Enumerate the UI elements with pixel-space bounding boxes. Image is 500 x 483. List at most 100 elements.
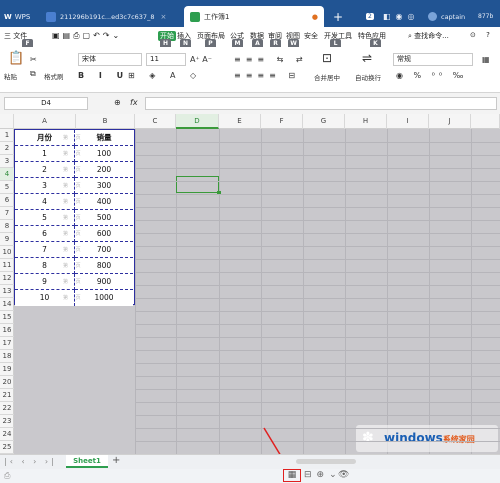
macro-icon[interactable]: ⎙ [4, 471, 10, 481]
font-name-select[interactable]: 宋体 [78, 53, 142, 66]
grid-line [135, 233, 500, 234]
add-sheet-button[interactable]: + [112, 455, 120, 466]
table-style-icon[interactable]: ▦ [482, 55, 490, 65]
row-header[interactable]: 18 [0, 350, 14, 363]
grid-line [135, 415, 500, 416]
paste-icon[interactable]: 📋 [8, 52, 24, 65]
row-header[interactable]: 16 [0, 324, 14, 337]
page-break-mark: 第 页 [63, 247, 84, 253]
row-header[interactable]: 9 [0, 233, 14, 246]
row-header[interactable]: 25 [0, 441, 14, 454]
format-painter-button[interactable]: 格式刷 [44, 71, 64, 81]
column-header[interactable]: F [261, 114, 303, 129]
user-avatar[interactable]: captain [428, 6, 465, 27]
grid-line [135, 181, 500, 182]
wps-home-tab[interactable]: W WPS [4, 6, 30, 27]
merge-icon[interactable]: ⊡ [322, 52, 332, 64]
avatar-icon [428, 12, 437, 21]
name-box[interactable]: D4 [4, 97, 88, 110]
fx-icon[interactable]: fx [130, 98, 138, 108]
row-header[interactable]: 19 [0, 363, 14, 376]
page-break-mark: 第 页 [63, 135, 84, 141]
page-break-mark: 第 页 [63, 295, 84, 301]
grid-line [219, 129, 220, 454]
column-header[interactable]: J [429, 114, 471, 129]
page-break-mark: 第 页 [63, 279, 84, 285]
eye-protection-icon[interactable]: 👁 [338, 470, 349, 480]
search-command[interactable]: ⌕ 查找命令... [408, 31, 449, 41]
formula-input[interactable] [145, 97, 497, 110]
wrap-text-button[interactable]: 自动换行 [355, 72, 381, 82]
view-mode-buttons[interactable]: ⊟⊕⌄ [304, 470, 342, 480]
new-tab-button[interactable]: + [333, 6, 343, 27]
sheet-nav-arrows[interactable]: |‹ ‹ › ›| [4, 457, 57, 466]
align-buttons[interactable]: ≡≡≡≡ ⊟ [234, 71, 300, 81]
column-header-active[interactable]: D [176, 114, 219, 129]
sheet-tab-active[interactable]: Sheet1 [66, 455, 108, 468]
grid-line [135, 350, 500, 351]
cut-icon[interactable]: ✂ [30, 55, 37, 65]
row-header[interactable]: 22 [0, 402, 14, 415]
doc-tab[interactable]: 211296b191c...ed3c7c637_8 × [46, 6, 180, 27]
copy-icon[interactable]: ⧉ [30, 69, 36, 79]
row-header[interactable]: 10 [0, 246, 14, 259]
number-buttons[interactable]: ◉ % ⁰⁰ ‰ [396, 71, 467, 81]
row-header[interactable]: 5 [0, 181, 14, 194]
page-break-mark: 第 页 [63, 215, 84, 221]
row-header[interactable]: 17 [0, 337, 14, 350]
wrap-icon[interactable]: ⇌ [362, 52, 372, 64]
row-header[interactable]: 4 [0, 168, 14, 181]
row-header[interactable]: 2 [0, 142, 14, 155]
row-header[interactable]: 21 [0, 389, 14, 402]
row-header[interactable]: 8 [0, 220, 14, 233]
sheet-grid[interactable]: 月份 销量第 页 1 100 第 页 2 200 第 页 3 300 第 页 4 400 第 页 5 500 第… [14, 129, 500, 455]
border-fill-buttons[interactable]: ⊞ ◈ A ◇ [128, 71, 202, 81]
column-header[interactable]: H [345, 114, 387, 129]
row-header[interactable]: 15 [0, 311, 14, 324]
grid-line [135, 259, 500, 260]
skin-icons[interactable]: ◧◉◎ [383, 6, 420, 27]
horizontal-scrollbar[interactable] [296, 459, 356, 464]
column-header[interactable] [471, 114, 500, 129]
align-top-buttons[interactable]: ≡≡≡ ⇆ ⇄ [234, 55, 308, 65]
page-break-mark: 第 页 [63, 231, 84, 237]
font-grow-icon[interactable]: A⁺ A⁻ [190, 55, 212, 65]
column-header[interactable]: C [135, 114, 176, 129]
row-header[interactable]: 20 [0, 376, 14, 389]
paste-button[interactable]: 粘贴 [4, 71, 17, 81]
paw-icon: ✽ [362, 430, 374, 446]
quick-access-toolbar[interactable]: ▣▤⎙▢↶↷⌄ [52, 31, 122, 41]
tab-close-icon[interactable]: ● [312, 13, 318, 21]
row-header[interactable]: 23 [0, 415, 14, 428]
row-header[interactable]: 3 [0, 155, 14, 168]
column-header[interactable]: B [76, 114, 135, 129]
row-header[interactable]: 24 [0, 428, 14, 441]
window-controls[interactable]: ⊙ ? ∧ [470, 31, 500, 39]
font-style-buttons[interactable]: B I U [78, 71, 129, 81]
zoom-icon[interactable]: ⊕ [114, 98, 121, 108]
merge-center-button[interactable]: 合并居中 [314, 72, 340, 82]
select-all-corner[interactable] [0, 114, 14, 129]
tab-close-icon[interactable]: × [160, 13, 166, 21]
row-header[interactable]: 14 [0, 298, 14, 311]
column-header[interactable]: E [219, 114, 261, 129]
doc-icon [46, 11, 56, 22]
window-info: 877b [478, 13, 494, 20]
window-badge[interactable]: 2 [366, 6, 374, 27]
row-header[interactable]: 1 [0, 129, 14, 142]
row-header[interactable]: 7 [0, 207, 14, 220]
font-size-select[interactable]: 11 [146, 53, 186, 66]
workbook-tab[interactable]: 工作簿1 ● [184, 6, 324, 27]
row-header[interactable]: 6 [0, 194, 14, 207]
row-header[interactable]: 13 [0, 285, 14, 298]
row-header[interactable]: 12 [0, 272, 14, 285]
column-header[interactable]: G [303, 114, 345, 129]
watermark: ✽ windows系统家园 [356, 425, 498, 452]
number-format-select[interactable]: 常规 [393, 53, 473, 66]
row-header[interactable]: 11 [0, 259, 14, 272]
column-header[interactable]: A [14, 114, 76, 129]
menu-security[interactable]: 安全 [304, 31, 318, 41]
column-header[interactable]: I [387, 114, 429, 129]
normal-view-button[interactable]: ▦ [283, 469, 301, 482]
selected-cell[interactable] [176, 176, 221, 195]
